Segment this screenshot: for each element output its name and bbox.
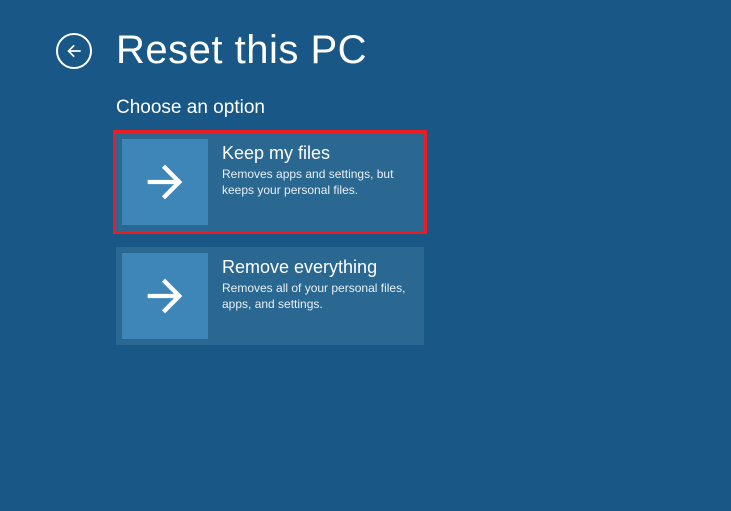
- option-desc: Removes all of your personal files, apps…: [222, 280, 416, 312]
- option-label: Keep my files: [222, 143, 416, 164]
- page-title: Reset this PC: [116, 28, 367, 73]
- arrow-right-icon: [139, 270, 191, 322]
- option-remove-everything[interactable]: Remove everything Removes all of your pe…: [116, 247, 424, 345]
- option-text: Keep my files Removes apps and settings,…: [214, 133, 424, 231]
- options-list: Keep my files Removes apps and settings,…: [116, 133, 731, 345]
- page-subtitle: Choose an option: [116, 97, 731, 119]
- option-text: Remove everything Removes all of your pe…: [214, 247, 424, 345]
- option-icon-tile: [122, 253, 208, 339]
- back-button[interactable]: [56, 33, 92, 69]
- arrow-right-icon: [139, 156, 191, 208]
- option-icon-tile: [122, 139, 208, 225]
- option-label: Remove everything: [222, 257, 416, 278]
- arrow-left-icon: [64, 41, 84, 61]
- header: Reset this PC: [0, 0, 731, 73]
- option-keep-my-files[interactable]: Keep my files Removes apps and settings,…: [116, 133, 424, 231]
- option-desc: Removes apps and settings, but keeps you…: [222, 166, 416, 198]
